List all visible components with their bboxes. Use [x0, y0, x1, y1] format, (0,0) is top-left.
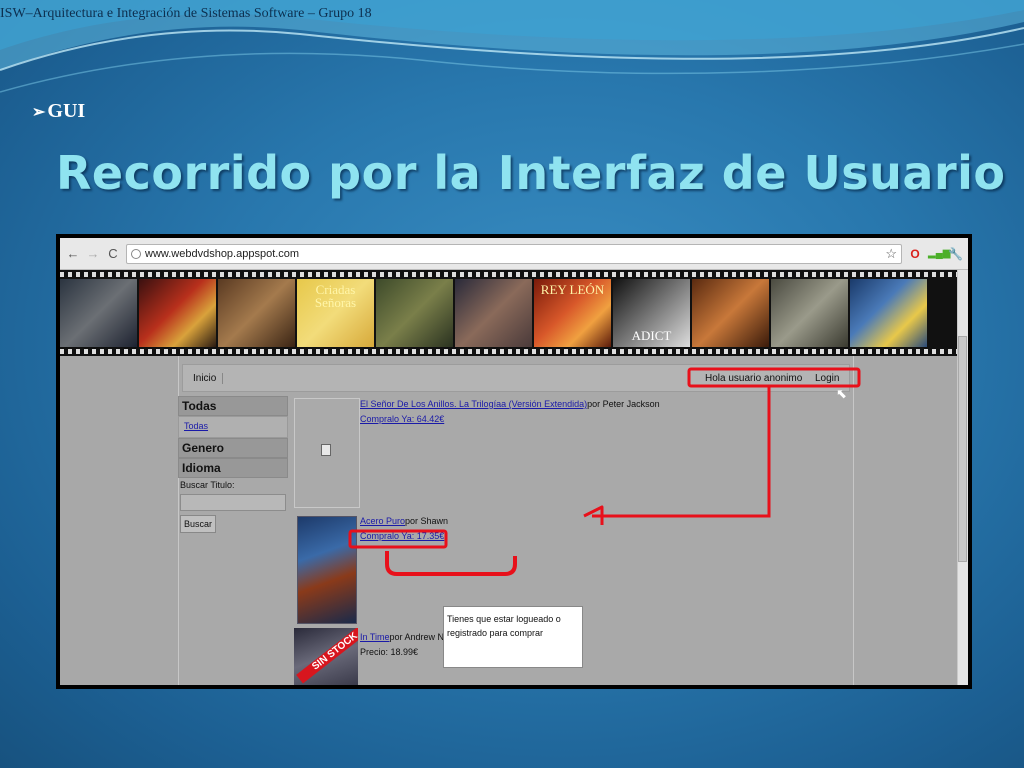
slide-bullet: ➢ GUI [32, 100, 85, 123]
film-perforation-top [60, 272, 968, 277]
browser-window: ← → C www.webdvdshop.appspot.com ☆ O ▂▄▆… [60, 238, 968, 685]
back-icon[interactable]: ← [66, 246, 80, 261]
scrollbar-thumb[interactable] [958, 336, 967, 562]
bullet-arrow-icon: ➢ [32, 104, 46, 121]
banner-frame: REY LEÓN [534, 279, 611, 347]
product-title-link[interactable]: In Time [360, 632, 390, 642]
film-perforation-bottom [60, 349, 968, 354]
site-page: Inicio Hola usuario anonimo Login Todas … [60, 356, 968, 685]
banner-frames: Criadas Señoras REY LEÓN ADICT [60, 279, 927, 347]
sidebar-head-idioma[interactable]: Idioma [178, 458, 288, 478]
banner-frame [850, 279, 927, 347]
nav-login-link[interactable]: Login [815, 373, 839, 384]
sidebar-link-todas[interactable]: Todas [178, 416, 288, 438]
site-top-nav: Inicio Hola usuario anonimo Login [182, 364, 850, 392]
nav-inicio-link[interactable]: Inicio [193, 373, 224, 384]
slide-title: Recorrido por la Interfaz de Usuario [56, 146, 1006, 200]
product-buy-link[interactable]: Compralo Ya: 17.35€ [360, 531, 444, 541]
banner-frame [376, 279, 453, 347]
login-required-tooltip: Tienes que estar logueado o registrado p… [443, 606, 583, 668]
banner-frame [692, 279, 769, 347]
star-icon[interactable]: ☆ [885, 246, 897, 262]
slide-header-text: ISW–Arquitectura e Integración de Sistem… [0, 6, 372, 21]
address-url: www.webdvdshop.appspot.com [145, 247, 300, 260]
broken-image-icon [321, 444, 331, 456]
forward-icon[interactable]: → [86, 246, 100, 261]
banner-frame: ADICT [613, 279, 690, 347]
banner-frame-title: REY LEÓN [540, 282, 605, 297]
vertical-scrollbar[interactable] [957, 270, 968, 685]
search-input[interactable] [180, 494, 286, 511]
browser-toolbar: ← → C www.webdvdshop.appspot.com ☆ O ▂▄▆… [60, 238, 968, 270]
banner-frame-title: ADICT [631, 328, 672, 343]
bullet-label: GUI [47, 100, 86, 122]
mouse-cursor-icon: ⬉ [836, 386, 847, 401]
product-author: por Peter Jackson [587, 399, 660, 409]
product-cover-image[interactable]: SIN STOCK [294, 628, 358, 685]
product-buy-link[interactable]: Compralo Ya: 64.42€ [360, 414, 444, 424]
banner-frame [218, 279, 295, 347]
globe-icon [131, 248, 141, 259]
sin-stock-badge: SIN STOCK [296, 628, 358, 684]
search-label: Buscar Titulo: [180, 480, 235, 490]
sidebar-head-todas[interactable]: Todas [178, 396, 288, 416]
address-bar[interactable]: www.webdvdshop.appspot.com ☆ [126, 243, 902, 264]
product-item: El Señor De Los Anillos. La Trilogíaa (V… [360, 399, 690, 424]
search-button[interactable]: Buscar [180, 515, 217, 533]
banner-frame [455, 279, 532, 347]
banner-frame [771, 279, 848, 347]
opera-icon[interactable]: O [908, 247, 922, 261]
product-item: Acero Puropor Shawn Compralo Ya: 17.35€ [360, 516, 450, 541]
reload-icon[interactable]: C [106, 246, 120, 261]
site-sidebar: Todas Todas Genero Idioma Buscar Titulo:… [178, 396, 288, 533]
banner-frame-title: Criadas Señoras [314, 282, 357, 310]
wrench-icon[interactable]: 🔧 [948, 247, 963, 261]
product-author: por Shawn [405, 516, 449, 526]
product-cover-image[interactable] [297, 516, 357, 624]
product-title-link[interactable]: Acero Puro [360, 516, 405, 526]
nav-greeting: Hola usuario anonimo [705, 373, 803, 384]
banner-frame [139, 279, 216, 347]
banner-frame [60, 279, 137, 347]
banner-filmstrip: Criadas Señoras REY LEÓN ADICT [60, 270, 968, 356]
sidebar-head-genero[interactable]: Genero [178, 438, 288, 458]
banner-frame: Criadas Señoras [297, 279, 374, 347]
signal-bars-icon[interactable]: ▂▄▆ [928, 248, 950, 259]
product-thumb-placeholder [294, 398, 360, 508]
product-price: Precio: 18.99€ [360, 647, 419, 657]
product-title-link[interactable]: El Señor De Los Anillos. La Trilogíaa (V… [360, 399, 587, 409]
screenshot-frame: ← → C www.webdvdshop.appspot.com ☆ O ▂▄▆… [56, 234, 972, 689]
